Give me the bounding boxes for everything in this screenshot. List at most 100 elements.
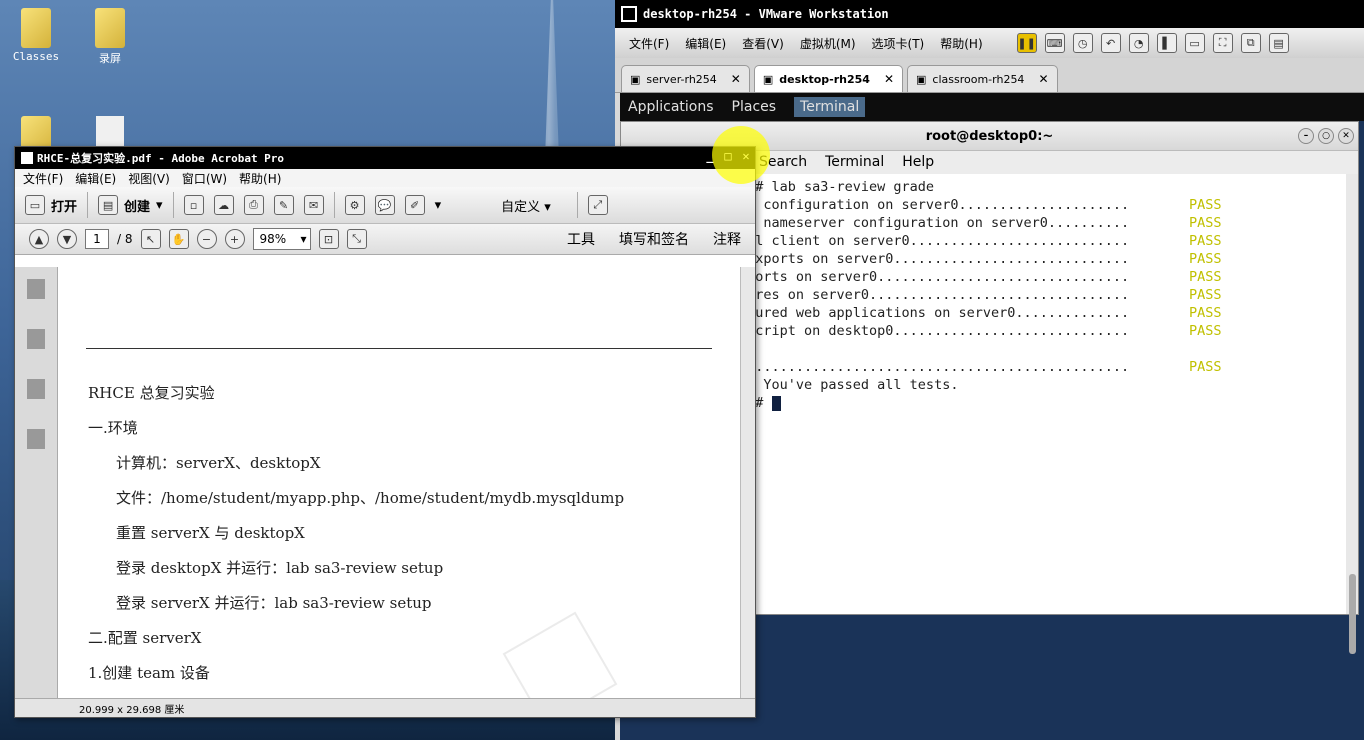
tab-label: classroom-rh254	[932, 72, 1025, 86]
pdf-scrollbar[interactable]	[740, 267, 755, 699]
send-keys-icon[interactable]: ⌨	[1044, 33, 1065, 53]
tab-label: desktop-rh254	[779, 72, 870, 86]
menu-help[interactable]: 帮助(H)	[940, 35, 982, 52]
terminal-menu-help[interactable]: Help	[902, 154, 934, 170]
terminal-line-text: ng nameserver configuration on server0..…	[739, 215, 1130, 231]
next-page-icon[interactable]: ▼	[57, 229, 77, 249]
vmware-app-icon	[621, 6, 637, 22]
snapshot-icon[interactable]: ◷	[1072, 33, 1093, 53]
fullscreen-icon[interactable]: ⛶	[1212, 33, 1233, 53]
sidebar-icon[interactable]: ▌	[1156, 33, 1177, 53]
pdf-page[interactable]: RHCE 总复习实验 一.环境 计算机：serverX、desktopX 文件：…	[58, 267, 741, 699]
page-number-input[interactable]: 1	[85, 229, 109, 249]
revert-snapshot-icon[interactable]: ↶	[1100, 33, 1121, 53]
close-icon[interactable]: ✕	[1338, 128, 1354, 144]
email-icon[interactable]: ✉	[303, 195, 324, 215]
gnome-applications[interactable]: Applications	[628, 99, 714, 115]
tab-desktop-rh254[interactable]: ▣ desktop-rh254 ✕	[753, 65, 903, 92]
snapshot-manager-icon[interactable]: ◔	[1128, 33, 1149, 53]
menu-vm[interactable]: 虚拟机(M)	[800, 35, 856, 52]
cursor-highlight	[712, 126, 770, 184]
menu-window[interactable]: 窗口(W)	[182, 170, 227, 187]
toolbar-divider	[172, 192, 174, 218]
desktop-icon-recording[interactable]: 录屏	[80, 8, 140, 66]
terminal-window-controls: – ○ ✕	[1298, 128, 1354, 144]
terminal-line: s! You've passed all tests.	[739, 376, 1346, 394]
attachments-icon[interactable]	[27, 329, 45, 349]
acrobat-left-panel	[15, 267, 58, 699]
pause-icon[interactable]: ❚❚	[1016, 33, 1037, 53]
terminal-line-text: ng configuration on server0.............…	[739, 197, 1130, 213]
doc-heading: 二.配置 serverX	[88, 629, 202, 647]
fit-page-icon[interactable]: ⊡	[318, 229, 339, 249]
tools-tab[interactable]: 工具	[567, 229, 595, 249]
fill-sign-tab[interactable]: 填写和签名	[619, 229, 689, 249]
menu-tabs[interactable]: 选项卡(T)	[872, 35, 925, 52]
minimize-icon[interactable]: –	[1298, 128, 1314, 144]
menu-file[interactable]: 文件(F)	[629, 35, 669, 52]
zoom-in-icon[interactable]: +	[224, 229, 245, 249]
tab-classroom-rh254[interactable]: ▣ classroom-rh254 ✕	[907, 65, 1058, 92]
desktop-icon-classes[interactable]: Classes	[6, 8, 66, 63]
chevron-down-icon[interactable]: ▾	[435, 198, 442, 213]
library-icon[interactable]: ▤	[1268, 33, 1289, 53]
folder-open-icon: ▭	[25, 195, 45, 215]
print-icon[interactable]: ⎙	[243, 195, 264, 215]
menu-view[interactable]: 视图(V)	[128, 170, 170, 187]
terminal-scrollbar[interactable]	[1346, 174, 1358, 654]
gnome-top-bar: Applications Places Terminal	[620, 93, 1364, 121]
menu-edit[interactable]: 编辑(E)	[75, 170, 116, 187]
pages-panel-icon[interactable]	[27, 279, 45, 299]
close-icon[interactable]: ✕	[1038, 72, 1048, 86]
console-view-icon[interactable]: ▭	[1184, 33, 1205, 53]
gnome-terminal-task[interactable]: Terminal	[794, 97, 866, 117]
tab-server-rh254[interactable]: ▣ server-rh254 ✕	[621, 65, 750, 92]
menu-file[interactable]: 文件(F)	[23, 170, 63, 187]
gnome-places[interactable]: Places	[732, 99, 777, 115]
maximize-icon[interactable]: ○	[1318, 128, 1334, 144]
zoom-value: 98%	[259, 232, 287, 246]
folder-icon	[95, 8, 125, 48]
folder-icon	[21, 8, 51, 48]
zoom-select[interactable]: 98% ▾	[252, 228, 311, 250]
terminal-line: ng nameserver configuration on server0..…	[739, 214, 1346, 232]
page-size: 20.999 x 29.698 厘米	[79, 704, 185, 716]
chevron-down-icon: ▾	[156, 197, 163, 213]
terminal-line: ........................................…	[739, 358, 1346, 376]
cloud-upload-icon[interactable]: ☁	[213, 195, 234, 215]
hand-tool-icon[interactable]: ✋	[168, 229, 189, 249]
highlight-icon[interactable]: ✐	[404, 195, 425, 215]
acrobat-titlebar[interactable]: RHCE-总复习实验.pdf - Adobe Acrobat Pro _ □ ✕	[15, 147, 755, 169]
menu-view[interactable]: 查看(V)	[742, 35, 784, 52]
comment-icon[interactable]: 💬	[374, 195, 395, 215]
save-icon[interactable]: ▫	[183, 195, 204, 215]
menu-edit[interactable]: 编辑(E)	[685, 35, 726, 52]
create-button[interactable]: ▤ 创建 ▾	[98, 195, 163, 215]
gear-icon[interactable]: ⚙	[344, 195, 365, 215]
signature-icon[interactable]	[27, 429, 45, 449]
close-icon[interactable]: ✕	[884, 72, 894, 86]
vmware-titlebar[interactable]: desktop-rh254 - VMware Workstation	[615, 0, 1364, 28]
prev-page-icon[interactable]: ▲	[29, 229, 49, 249]
terminal-line-text: ecured web applications on server0......…	[739, 305, 1130, 321]
page-total: / 8	[117, 232, 133, 246]
fit-width-icon[interactable]: ⤡	[346, 229, 367, 249]
edit-icon[interactable]: ✎	[273, 195, 294, 215]
menu-help[interactable]: 帮助(H)	[239, 170, 281, 187]
vm-icon: ▣	[630, 72, 641, 86]
customize-dropdown[interactable]: 自定义 ▾	[501, 196, 551, 215]
open-button[interactable]: ▭ 打开	[25, 195, 77, 215]
terminal-line: ecured web applications on server0......…	[739, 304, 1346, 322]
select-tool-icon[interactable]: ↖	[140, 229, 161, 249]
expand-icon[interactable]: ⤢	[587, 195, 608, 215]
unity-icon[interactable]: ⧉	[1240, 33, 1261, 53]
acrobat-statusbar: 20.999 x 29.698 厘米	[15, 698, 755, 717]
terminal-status: PASS	[1189, 287, 1222, 303]
terminal-status: PASS	[1189, 305, 1222, 321]
terminal-menu-terminal[interactable]: Terminal	[825, 154, 884, 170]
close-icon[interactable]: ✕	[731, 72, 741, 86]
bookmarks-icon[interactable]	[27, 379, 45, 399]
zoom-out-icon[interactable]: −	[196, 229, 217, 249]
comment-tab[interactable]: 注释	[713, 229, 741, 249]
scrollbar-thumb[interactable]	[1349, 574, 1356, 654]
